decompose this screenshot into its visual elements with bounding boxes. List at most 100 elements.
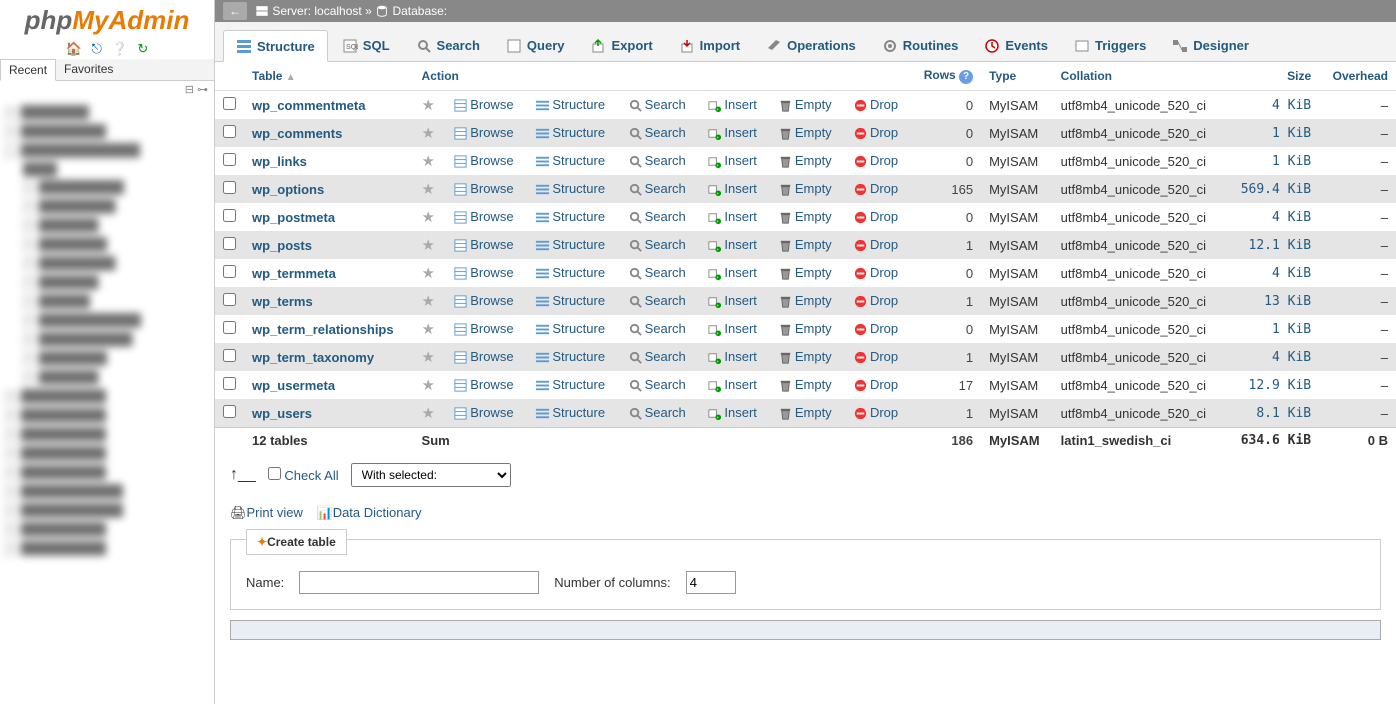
structure-link[interactable]: Structure [552,125,605,140]
empty-link[interactable]: Empty [795,321,832,336]
collapse-icon[interactable]: ⊟ [185,84,194,96]
drop-link[interactable]: Drop [870,405,898,420]
check-all[interactable]: Check All [268,467,339,483]
search-link[interactable]: Search [645,405,686,420]
structure-link[interactable]: Structure [552,349,605,364]
table-name-link[interactable]: wp_comments [252,126,342,141]
insert-link[interactable]: Insert [724,293,757,308]
structure-link[interactable]: Structure [552,97,605,112]
drop-link[interactable]: Drop [870,181,898,196]
browse-link[interactable]: Browse [470,265,513,280]
search-link[interactable]: Search [645,97,686,112]
print-view-link[interactable]: Print view [247,505,303,520]
link-icon[interactable]: ⊶ [197,84,208,96]
tab-structure[interactable]: Structure [223,30,328,62]
favorite-star-icon[interactable]: ★ [422,125,435,142]
tab-import[interactable]: Import [667,30,752,61]
tab-recent[interactable]: Recent [0,59,56,81]
table-name-link[interactable]: wp_usermeta [252,378,335,393]
browse-link[interactable]: Browse [470,293,513,308]
favorite-star-icon[interactable]: ★ [422,293,435,310]
tab-sql[interactable]: SQLSQL [330,30,402,61]
table-name-link[interactable]: wp_options [252,182,324,197]
row-checkbox[interactable] [223,153,236,166]
table-name-link[interactable]: wp_postmeta [252,210,335,225]
row-checkbox[interactable] [223,181,236,194]
row-checkbox[interactable] [223,321,236,334]
search-link[interactable]: Search [645,181,686,196]
insert-link[interactable]: Insert [724,349,757,364]
db-tree[interactable]: +████████ +██████████ –██████████████ ██… [0,98,214,563]
table-name-link[interactable]: wp_links [252,154,307,169]
insert-link[interactable]: Insert [724,405,757,420]
row-checkbox[interactable] [223,125,236,138]
drop-link[interactable]: Drop [870,125,898,140]
empty-link[interactable]: Empty [795,265,832,280]
favorite-star-icon[interactable]: ★ [422,209,435,226]
favorite-star-icon[interactable]: ★ [422,181,435,198]
structure-link[interactable]: Structure [552,405,605,420]
structure-link[interactable]: Structure [552,377,605,392]
drop-link[interactable]: Drop [870,293,898,308]
browse-link[interactable]: Browse [470,237,513,252]
table-name-link[interactable]: wp_users [252,406,312,421]
favorite-star-icon[interactable]: ★ [422,321,435,338]
insert-link[interactable]: Insert [724,97,757,112]
search-link[interactable]: Search [645,237,686,252]
row-checkbox[interactable] [223,293,236,306]
row-checkbox[interactable] [223,237,236,250]
col-rows[interactable]: Rows ? [911,62,981,91]
structure-link[interactable]: Structure [552,181,605,196]
col-size[interactable]: Size [1226,62,1319,91]
search-link[interactable]: Search [645,265,686,280]
drop-link[interactable]: Drop [870,237,898,252]
tab-search[interactable]: Search [404,30,492,61]
browse-link[interactable]: Browse [470,209,513,224]
drop-link[interactable]: Drop [870,377,898,392]
row-checkbox[interactable] [223,377,236,390]
num-columns-input[interactable] [686,571,736,594]
favorite-star-icon[interactable]: ★ [422,237,435,254]
col-collation[interactable]: Collation [1053,62,1226,91]
home-icon[interactable]: 🏠 [66,41,82,56]
insert-link[interactable]: Insert [724,265,757,280]
favorite-star-icon[interactable]: ★ [422,153,435,170]
data-dictionary-link[interactable]: Data Dictionary [333,505,422,520]
empty-link[interactable]: Empty [795,405,832,420]
search-link[interactable]: Search [645,209,686,224]
row-checkbox[interactable] [223,209,236,222]
empty-link[interactable]: Empty [795,377,832,392]
structure-link[interactable]: Structure [552,265,605,280]
tab-favorites[interactable]: Favorites [56,59,121,80]
col-table[interactable]: Table ▲ [244,62,414,91]
docs-icon[interactable]: ❔ [112,41,128,56]
favorite-star-icon[interactable]: ★ [422,405,435,422]
tab-routines[interactable]: Routines [870,30,971,61]
table-name-link[interactable]: wp_term_relationships [252,322,394,337]
favorite-star-icon[interactable]: ★ [422,97,435,114]
search-link[interactable]: Search [645,349,686,364]
insert-link[interactable]: Insert [724,125,757,140]
with-selected-dropdown[interactable]: With selected: [351,463,511,487]
browse-link[interactable]: Browse [470,405,513,420]
row-checkbox[interactable] [223,349,236,362]
table-name-input[interactable] [299,571,539,594]
drop-link[interactable]: Drop [870,321,898,336]
empty-link[interactable]: Empty [795,125,832,140]
tab-operations[interactable]: Operations [754,30,868,61]
tab-designer[interactable]: Designer [1160,30,1261,61]
insert-link[interactable]: Insert [724,153,757,168]
reload-icon[interactable]: ↻ [137,41,148,56]
empty-link[interactable]: Empty [795,349,832,364]
col-type[interactable]: Type [981,62,1053,91]
insert-link[interactable]: Insert [724,209,757,224]
drop-link[interactable]: Drop [870,97,898,112]
structure-link[interactable]: Structure [552,293,605,308]
table-name-link[interactable]: wp_commentmeta [252,98,365,113]
browse-link[interactable]: Browse [470,97,513,112]
insert-link[interactable]: Insert [724,181,757,196]
empty-link[interactable]: Empty [795,153,832,168]
tab-events[interactable]: Events [972,30,1060,61]
table-name-link[interactable]: wp_terms [252,294,313,309]
logo[interactable]: phpMyAdmin [0,0,214,39]
